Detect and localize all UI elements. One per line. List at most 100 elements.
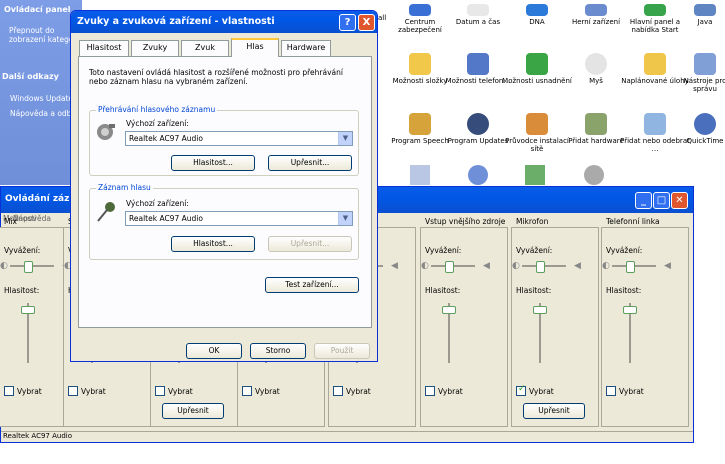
microphone-icon	[97, 202, 115, 222]
chevron-down-icon[interactable]: ▼	[338, 212, 352, 225]
dna-icon	[526, 4, 548, 16]
select-checkbox[interactable]	[333, 386, 343, 396]
speaker-right-icon: ◀	[664, 261, 671, 271]
recording-device-label: Výchozí zařízení:	[126, 199, 189, 208]
network-icon	[526, 113, 548, 135]
select-label: Vybrat	[346, 387, 371, 396]
speech-icon	[409, 113, 431, 135]
recording-volume-button[interactable]: Hlasitost...	[171, 236, 255, 252]
balance-slider[interactable]	[626, 261, 635, 273]
balance-slider[interactable]	[536, 261, 545, 273]
icon-quicktime[interactable]: QuickTime	[680, 113, 725, 145]
speaker-left-icon: ◐	[512, 261, 520, 271]
accessibility-icon	[526, 53, 548, 75]
playback-volume-button[interactable]: Hlasitost...	[171, 155, 255, 171]
java-icon	[694, 4, 716, 16]
tab-voice[interactable]: Hlas	[231, 38, 279, 57]
volume-label: Hlasitost:	[606, 286, 642, 295]
mixer-column-header: Mix	[4, 217, 17, 226]
select-label: Vybrat	[168, 387, 193, 396]
cancel-button[interactable]: Storno	[250, 343, 306, 359]
speaker-left-icon: ◐	[0, 261, 8, 271]
playback-advanced-button[interactable]: Upřesnit...	[268, 155, 352, 171]
test-hardware-button[interactable]: Test zařízení...	[265, 277, 359, 293]
tasks-folder-icon	[644, 53, 666, 75]
mixer-column: Telefonní linka Vyvážení: ◐ ◀ Hlasitost: Vybr…	[601, 217, 689, 427]
dialog-titlebar: Zvuky a zvuková zařízení - vlastnosti ? …	[71, 11, 377, 33]
balance-label: Vyvážení:	[606, 246, 643, 255]
close-button[interactable]: ✕	[671, 192, 688, 209]
speaker-right-icon: ◀	[391, 261, 398, 271]
gamepad-icon	[585, 4, 607, 16]
dialog-title: Zvuky a zvuková zařízení - vlastnosti	[77, 16, 275, 27]
select-label: Vybrat	[529, 387, 554, 396]
playback-device-select[interactable]: Realtek AC97 Audio ▼	[125, 131, 353, 146]
recording-device-value: Realtek AC97 Audio	[129, 214, 203, 223]
select-checkbox[interactable]	[68, 386, 78, 396]
select-label: Vybrat	[17, 387, 42, 396]
display-icon[interactable]	[525, 165, 545, 185]
select-label: Vybrat	[619, 387, 644, 396]
recording-device-select[interactable]: Realtek AC97 Audio ▼	[125, 211, 353, 226]
tools-icon	[694, 53, 716, 75]
speaker-icon[interactable]	[584, 165, 604, 185]
speaker-left-icon: ◐	[421, 261, 429, 271]
volume-slider[interactable]	[533, 306, 547, 314]
add-remove-icon	[644, 113, 666, 135]
advanced-button[interactable]: Upřesnit	[523, 403, 585, 419]
advanced-button[interactable]: Upřesnit	[162, 403, 224, 419]
menu-help[interactable]: Nápověda	[13, 214, 51, 223]
minimize-button[interactable]: _	[635, 192, 652, 209]
dialog-close-button[interactable]: X	[358, 14, 375, 31]
playback-group-title: Přehrávání hlasového záznamu	[96, 105, 218, 114]
balance-label: Vyvážení:	[4, 246, 41, 255]
control-panel-title: Ovládací panel	[4, 5, 71, 14]
select-label: Vybrat	[438, 387, 463, 396]
hardware-icon	[585, 113, 607, 135]
playback-group: Přehrávání hlasového záznamu Výchozí zař…	[89, 105, 359, 176]
mixer-column-header: Telefonní linka	[606, 217, 660, 226]
volume-slider[interactable]	[623, 306, 637, 314]
icon-java[interactable]: Java	[680, 4, 725, 26]
folder-icon	[409, 53, 431, 75]
voice-description: Toto nastavení ovládá hlasitost a rozšíř…	[89, 68, 343, 86]
mouse-icon	[585, 53, 607, 75]
help-button[interactable]: ?	[339, 14, 356, 31]
tab-volume[interactable]: Hlasitost	[79, 40, 129, 56]
tab-sounds[interactable]: Zvuky	[131, 40, 179, 56]
select-checkbox[interactable]	[4, 386, 14, 396]
voice-tab-panel: Toto nastavení ovládá hlasitost a rozšíř…	[78, 56, 372, 328]
tab-hardware[interactable]: Hardware	[281, 40, 331, 56]
mixer-status-bar: Realtek AC97 Audio	[1, 431, 693, 443]
mixer-column-header: Mikrofon	[516, 217, 549, 226]
volume-slider[interactable]	[21, 306, 35, 314]
chevron-down-icon[interactable]: ▼	[338, 132, 352, 145]
select-checkbox[interactable]	[155, 386, 165, 396]
select-checkbox[interactable]	[516, 384, 526, 396]
users-icon[interactable]	[468, 165, 488, 185]
select-checkbox[interactable]	[425, 386, 435, 396]
volume-label: Hlasitost:	[4, 286, 40, 295]
tab-audio[interactable]: Zvuk	[181, 40, 229, 56]
phone-icon	[467, 53, 489, 75]
select-checkbox[interactable]	[242, 386, 252, 396]
select-label: Vybrat	[81, 387, 106, 396]
clock-icon	[467, 4, 489, 16]
balance-slider[interactable]	[445, 261, 454, 273]
select-checkbox[interactable]	[606, 386, 616, 396]
recording-advanced-button: Upřesnit...	[268, 236, 352, 252]
volume-slider[interactable]	[442, 306, 456, 314]
icon-admin-tools[interactable]: Nástroje pro správu	[680, 53, 725, 93]
ok-button[interactable]: OK	[186, 343, 242, 359]
volume-label: Hlasitost:	[516, 286, 552, 295]
balance-slider[interactable]	[24, 261, 33, 273]
mixer-column: Mikrofon Vyvážení: ◐ ◀ Hlasitost: Vybrat Upřes…	[511, 217, 599, 427]
printer-icon[interactable]	[410, 165, 430, 185]
maximize-button[interactable]: □	[653, 192, 670, 209]
speaker-left-icon: ◐	[602, 261, 610, 271]
balance-label: Vyvážení:	[516, 246, 553, 255]
windows-update-link[interactable]: Windows Update	[10, 94, 73, 103]
volume-label: Hlasitost:	[425, 286, 461, 295]
speaker-right-icon: ◀	[483, 261, 490, 271]
speaker-right-icon: ◀	[574, 261, 581, 271]
